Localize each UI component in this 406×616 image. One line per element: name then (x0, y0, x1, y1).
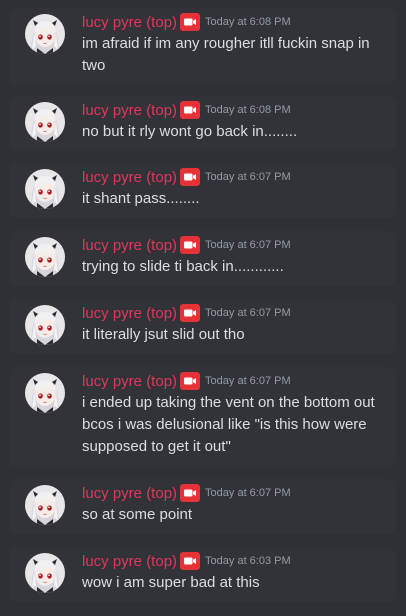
timestamp[interactable]: Today at 6:08 PM (205, 16, 291, 28)
avatar-image (25, 237, 65, 277)
video-camera-icon (180, 304, 201, 322)
video-camera-icon (180, 372, 201, 390)
chat-message[interactable]: lucy pyre (top) Today at 6:07 PM i ended u… (9, 367, 396, 467)
video-camera-icon (180, 101, 201, 119)
avatar-image (25, 373, 65, 413)
timestamp[interactable]: Today at 6:08 PM (205, 104, 291, 116)
timestamp[interactable]: Today at 6:07 PM (205, 171, 291, 183)
avatar-image (25, 485, 65, 525)
message-header: lucy pyre (top) Today at 6:07 PM (82, 483, 291, 503)
chat-message[interactable]: lucy pyre (top) Today at 6:07 PM trying to… (9, 231, 396, 286)
video-camera-icon (180, 552, 201, 570)
avatar[interactable] (25, 102, 65, 142)
username[interactable]: lucy pyre (top) (82, 553, 177, 570)
avatar[interactable] (25, 553, 65, 593)
avatar[interactable] (25, 485, 65, 525)
chat-message[interactable]: lucy pyre (top) Today at 6:07 PM so at som… (9, 479, 396, 534)
avatar[interactable] (25, 237, 65, 277)
message-header: lucy pyre (top) Today at 6:03 PM (82, 551, 291, 571)
message-header: lucy pyre (top) Today at 6:07 PM (82, 235, 291, 255)
video-camera-icon (180, 13, 201, 31)
avatar[interactable] (25, 169, 65, 209)
video-camera-icon (180, 236, 201, 254)
message-text: im afraid if im any rougher itll fuckin … (82, 35, 370, 74)
message-text: i ended up taking the vent on the bottom… (82, 394, 375, 455)
avatar-image (25, 169, 65, 209)
avatar-image (25, 102, 65, 142)
avatar-image (25, 553, 65, 593)
avatar[interactable] (25, 373, 65, 413)
username[interactable]: lucy pyre (top) (82, 485, 177, 502)
username[interactable]: lucy pyre (top) (82, 169, 177, 186)
message-text: wow i am super bad at this (82, 574, 260, 591)
username[interactable]: lucy pyre (top) (82, 237, 177, 254)
username[interactable]: lucy pyre (top) (82, 305, 177, 322)
video-camera-icon (180, 484, 201, 502)
timestamp[interactable]: Today at 6:07 PM (205, 487, 291, 499)
message-header: lucy pyre (top) Today at 6:08 PM (82, 12, 291, 32)
message-text: no but it rly wont go back in........ (82, 123, 298, 140)
timestamp[interactable]: Today at 6:07 PM (205, 375, 291, 387)
timestamp[interactable]: Today at 6:03 PM (205, 555, 291, 567)
avatar[interactable] (25, 14, 65, 54)
timestamp[interactable]: Today at 6:07 PM (205, 307, 291, 319)
message-text: it shant pass........ (82, 190, 200, 207)
avatar-image (25, 305, 65, 345)
chat-message[interactable]: lucy pyre (top) Today at 6:03 PM wow i am … (9, 547, 396, 602)
message-text: trying to slide ti back in............ (82, 258, 284, 275)
chat-message[interactable]: lucy pyre (top) Today at 6:07 PM it litera… (9, 299, 396, 354)
avatar-image (25, 14, 65, 54)
chat-message[interactable]: lucy pyre (top) Today at 6:07 PM it shant … (9, 163, 396, 218)
chat-message[interactable]: lucy pyre (top) Today at 6:08 PM im afraid… (9, 8, 396, 85)
message-header: lucy pyre (top) Today at 6:07 PM (82, 303, 291, 323)
message-text: so at some point (82, 506, 193, 523)
message-header: lucy pyre (top) Today at 6:07 PM (82, 371, 291, 391)
message-text: it literally jsut slid out tho (82, 326, 245, 343)
avatar[interactable] (25, 305, 65, 345)
username[interactable]: lucy pyre (top) (82, 373, 177, 390)
chat-message[interactable]: lucy pyre (top) Today at 6:08 PM no but it… (9, 96, 396, 151)
username[interactable]: lucy pyre (top) (82, 14, 177, 31)
chat-message-list: lucy pyre (top) Today at 6:08 PM im afraid… (0, 0, 406, 616)
timestamp[interactable]: Today at 6:07 PM (205, 239, 291, 251)
message-header: lucy pyre (top) Today at 6:08 PM (82, 100, 291, 120)
username[interactable]: lucy pyre (top) (82, 102, 177, 119)
message-header: lucy pyre (top) Today at 6:07 PM (82, 167, 291, 187)
video-camera-icon (180, 168, 201, 186)
